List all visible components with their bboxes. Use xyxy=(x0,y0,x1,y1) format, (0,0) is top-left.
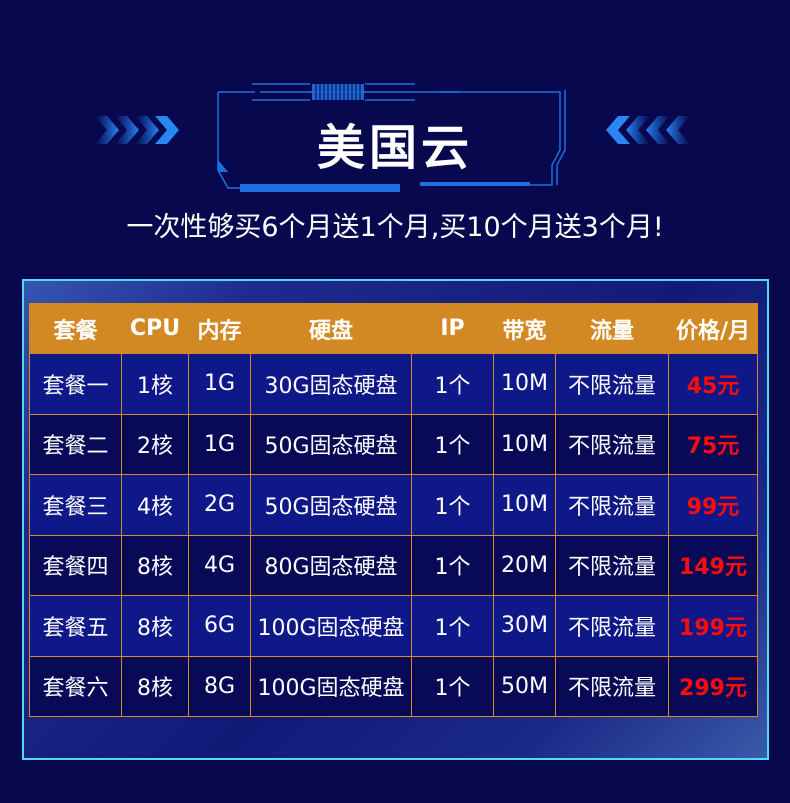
ram-cell: 6G xyxy=(188,595,251,657)
disk-cell: 50G固态硬盘 xyxy=(250,474,412,536)
disk-cell: 80G固态硬盘 xyxy=(250,534,412,596)
disk-cell: 100G固态硬盘 xyxy=(250,655,412,717)
pricing-table: 套餐 CPU 内存 硬盘 IP 带宽 流量 价格/月 套餐一 1核 1G 30G… xyxy=(29,303,758,717)
traffic-cell: 不限流量 xyxy=(555,353,669,415)
traffic-cell: 不限流量 xyxy=(555,595,669,657)
plan-name: 套餐五 xyxy=(29,595,122,657)
bandwidth-cell: 30M xyxy=(493,595,556,657)
header-ip: IP xyxy=(411,303,494,354)
ram-cell: 4G xyxy=(188,534,251,596)
cpu-cell: 4核 xyxy=(121,474,189,536)
header-cpu: CPU xyxy=(121,303,189,354)
ram-cell: 1G xyxy=(188,353,251,415)
ip-cell: 1个 xyxy=(411,595,494,657)
bandwidth-cell: 10M xyxy=(493,353,556,415)
traffic-cell: 不限流量 xyxy=(555,534,669,596)
header-traffic: 流量 xyxy=(555,303,669,354)
table-header-row: 套餐 CPU 内存 硬盘 IP 带宽 流量 价格/月 xyxy=(29,303,758,354)
title-banner: 美国云 一次性够买6个月送1个月,买10个月送3个月! xyxy=(0,0,790,243)
ip-cell: 1个 xyxy=(411,474,494,536)
price-cell: 99元 xyxy=(668,474,758,536)
ip-cell: 1个 xyxy=(411,413,494,475)
ram-cell: 2G xyxy=(188,474,251,536)
header-disk: 硬盘 xyxy=(250,303,412,354)
price-cell: 45元 xyxy=(668,353,758,415)
cpu-cell: 8核 xyxy=(121,534,189,596)
header-plan: 套餐 xyxy=(29,303,122,354)
table-row: 套餐四 8核 4G 80G固态硬盘 1个 20M 不限流量 149元 xyxy=(29,534,758,596)
traffic-cell: 不限流量 xyxy=(555,474,669,536)
cpu-cell: 8核 xyxy=(121,655,189,717)
promo-subtitle: 一次性够买6个月送1个月,买10个月送3个月! xyxy=(126,212,664,243)
disk-cell: 50G固态硬盘 xyxy=(250,413,412,475)
ip-cell: 1个 xyxy=(411,655,494,717)
chevrons-left-icon xyxy=(606,116,690,144)
ram-cell: 1G xyxy=(188,413,251,475)
price-cell: 149元 xyxy=(668,534,758,596)
plan-name: 套餐四 xyxy=(29,534,122,596)
plan-name: 套餐三 xyxy=(29,474,122,536)
bandwidth-cell: 20M xyxy=(493,534,556,596)
disk-cell: 100G固态硬盘 xyxy=(250,595,412,657)
table-row: 套餐五 8核 6G 100G固态硬盘 1个 30M 不限流量 199元 xyxy=(29,595,758,657)
bandwidth-cell: 10M xyxy=(493,413,556,475)
table-row: 套餐三 4核 2G 50G固态硬盘 1个 10M 不限流量 99元 xyxy=(29,474,758,536)
cpu-cell: 8核 xyxy=(121,595,189,657)
table-row: 套餐二 2核 1G 50G固态硬盘 1个 10M 不限流量 75元 xyxy=(29,413,758,475)
header-bandwidth: 带宽 xyxy=(493,303,556,354)
disk-cell: 30G固态硬盘 xyxy=(250,353,412,415)
ram-cell: 8G xyxy=(188,655,251,717)
header-ram: 内存 xyxy=(188,303,251,354)
price-cell: 299元 xyxy=(668,655,758,717)
bandwidth-cell: 10M xyxy=(493,474,556,536)
cpu-cell: 1核 xyxy=(121,353,189,415)
header-price: 价格/月 xyxy=(668,303,758,354)
price-cell: 199元 xyxy=(668,595,758,657)
table-row: 套餐六 8核 8G 100G固态硬盘 1个 50M 不限流量 299元 xyxy=(29,655,758,717)
plan-name: 套餐一 xyxy=(29,353,122,415)
table-row: 套餐一 1核 1G 30G固态硬盘 1个 10M 不限流量 45元 xyxy=(29,353,758,415)
price-cell: 75元 xyxy=(668,413,758,475)
plan-name: 套餐六 xyxy=(29,655,122,717)
cpu-cell: 2核 xyxy=(121,413,189,475)
traffic-cell: 不限流量 xyxy=(555,413,669,475)
plan-name: 套餐二 xyxy=(29,413,122,475)
traffic-cell: 不限流量 xyxy=(555,655,669,717)
ip-cell: 1个 xyxy=(411,534,494,596)
bandwidth-cell: 50M xyxy=(493,655,556,717)
ip-cell: 1个 xyxy=(411,353,494,415)
